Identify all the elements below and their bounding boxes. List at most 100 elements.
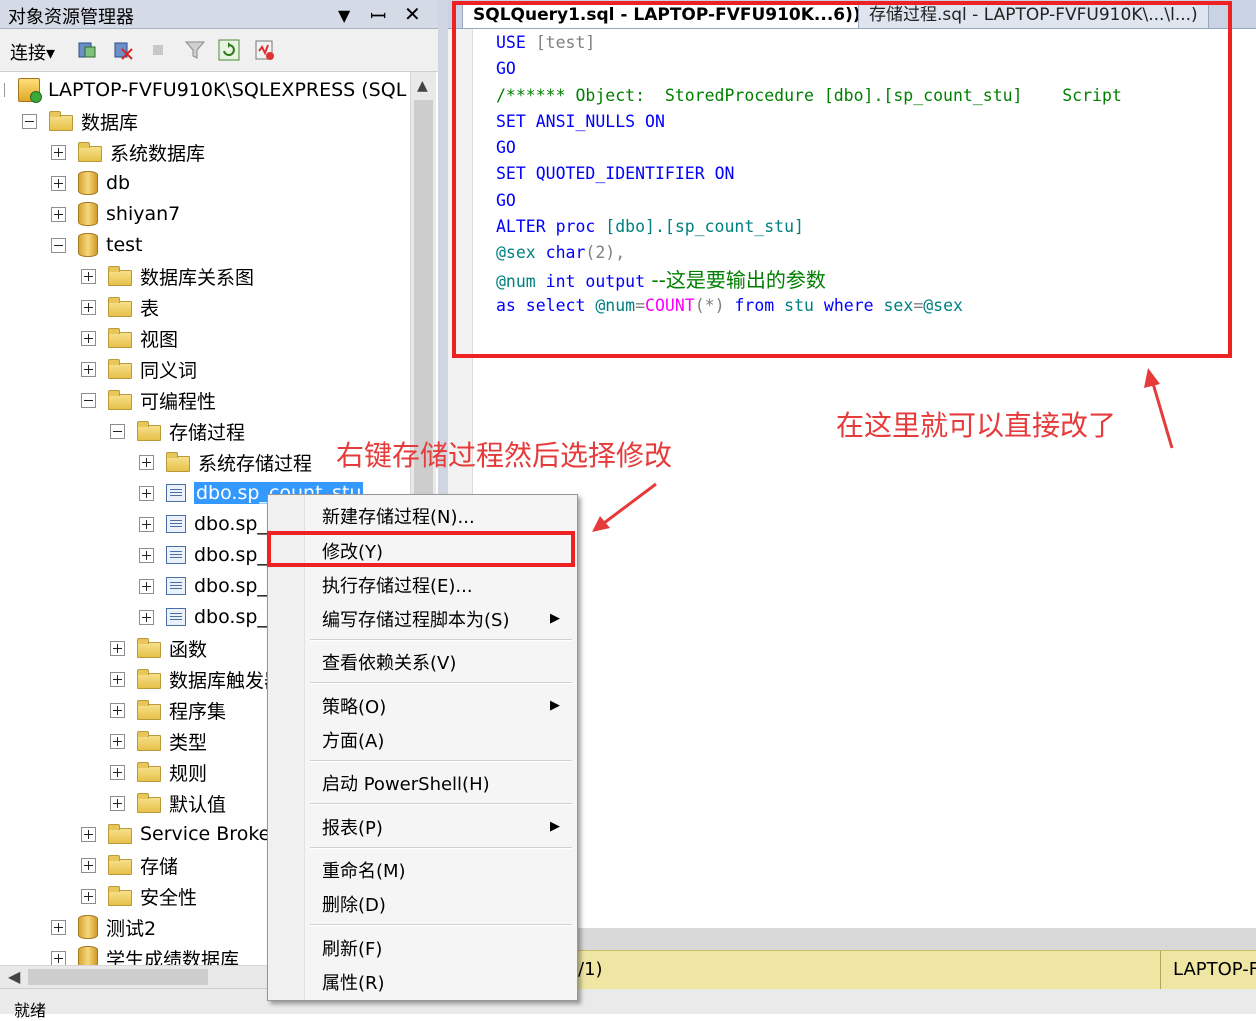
menu-item-facets[interactable]: 方面(A) [322, 727, 384, 753]
tree-node-sp[interactable]: dbo.sp_ [139, 572, 267, 600]
pin-icon[interactable]: ꟷ [370, 2, 386, 29]
tree-node-functions[interactable]: 函数 [110, 634, 207, 662]
expand-icon[interactable] [139, 547, 154, 563]
tree-node-stored-procedures[interactable]: 存储过程 [110, 417, 245, 445]
tree-node-system-stored-procedures[interactable]: 系统存储过程 [139, 448, 312, 476]
menu-item-refresh[interactable]: 刷新(F) [322, 935, 382, 961]
expand-icon[interactable] [139, 609, 154, 625]
tree-node-label: 视图 [140, 328, 179, 351]
menu-item-rename[interactable]: 重命名(M) [322, 857, 406, 883]
expand-icon[interactable] [139, 485, 154, 501]
tree-node-types[interactable]: 类型 [110, 727, 207, 755]
filter-icon[interactable] [184, 39, 206, 61]
menu-item-new-stored-procedure[interactable]: 新建存储过程(N)... [322, 503, 475, 529]
tree-node-label: 安全性 [140, 886, 198, 909]
expand-icon[interactable] [110, 671, 125, 687]
expand-icon[interactable] [139, 516, 154, 532]
expand-icon[interactable] [51, 919, 66, 935]
tree-node-sp[interactable]: dbo.sp_ [139, 510, 267, 538]
menu-item-delete[interactable]: 删除(D) [322, 891, 386, 917]
scroll-up-icon[interactable]: ▲ [417, 78, 428, 94]
tree-node-system-databases[interactable]: 系统数据库 [51, 138, 205, 166]
tree-node-defaults[interactable]: 默认值 [110, 789, 226, 817]
collapse-icon[interactable] [81, 392, 96, 408]
tree-node-service-broker[interactable]: Service Broker [81, 820, 278, 848]
menu-item-policies[interactable]: 策略(O) [322, 693, 386, 719]
folder-icon [49, 111, 73, 131]
tree-node-diagrams[interactable]: 数据库关系图 [81, 262, 254, 290]
menu-item-view-dependencies[interactable]: 查看依赖关系(V) [322, 649, 456, 675]
tree-node-db[interactable]: db [51, 169, 130, 197]
tree-node-sp[interactable]: dbo.sp_ [139, 603, 267, 631]
status-connection-text: /1) [578, 959, 603, 980]
menu-item-powershell[interactable]: 启动 PowerShell(H) [322, 770, 490, 796]
disconnect-icon[interactable] [112, 39, 134, 61]
tree-node-synonyms[interactable]: 同义词 [81, 355, 197, 383]
stored-procedure-icon [166, 577, 186, 595]
tree-node-programmability[interactable]: 可编程性 [81, 386, 216, 414]
collapse-icon[interactable] [51, 237, 66, 253]
refresh-icon[interactable] [218, 39, 240, 61]
expand-icon[interactable] [81, 857, 96, 873]
object-explorer-titlebar: 对象资源管理器 ▼ ꟷ ✕ [0, 0, 438, 29]
expand-icon[interactable] [110, 733, 125, 749]
tree-node-test[interactable]: test [51, 231, 143, 259]
database-icon [78, 202, 98, 226]
activity-monitor-icon[interactable] [254, 39, 276, 61]
menu-separator [310, 803, 572, 805]
expand-icon[interactable] [139, 454, 154, 470]
tree-node-tables[interactable]: 表 [81, 293, 159, 321]
collapse-icon[interactable] [110, 423, 125, 439]
folder-icon [108, 297, 132, 317]
expand-icon[interactable] [110, 702, 125, 718]
expand-icon[interactable] [110, 640, 125, 656]
arrow-to-modify-icon [592, 482, 657, 532]
expand-icon[interactable] [139, 578, 154, 594]
expand-icon[interactable] [51, 144, 66, 160]
stored-procedure-icon [166, 546, 186, 564]
expand-icon[interactable] [81, 299, 96, 315]
expand-icon[interactable] [51, 950, 66, 965]
menu-item-execute[interactable]: 执行存储过程(E)... [322, 572, 473, 598]
tree-node-shiyan7[interactable]: shiyan7 [51, 200, 180, 228]
expand-icon[interactable] [81, 888, 96, 904]
menu-item-properties[interactable]: 属性(R) [322, 969, 385, 995]
tree-node-sp[interactable]: dbo.sp_ [139, 541, 267, 569]
close-icon[interactable]: ✕ [404, 2, 421, 26]
expand-icon[interactable] [51, 175, 66, 191]
menu-separator [310, 639, 572, 641]
connect-server-icon[interactable] [76, 39, 98, 61]
database-icon [78, 946, 98, 965]
connect-button[interactable]: 连接▾ [10, 39, 55, 65]
arrow-to-editor-icon [1144, 368, 1174, 449]
tree-node-views[interactable]: 视图 [81, 324, 178, 352]
folder-icon [166, 452, 190, 472]
tree-node-assemblies[interactable]: 程序集 [110, 696, 226, 724]
tree-node-databases[interactable]: 数据库 [22, 107, 138, 135]
expand-icon[interactable] [81, 361, 96, 377]
tree-node-label: dbo.sp_ [194, 606, 267, 628]
expand-icon[interactable] [110, 764, 125, 780]
tree-node-security[interactable]: 安全性 [81, 882, 197, 910]
tree-node-server[interactable]: LAPTOP-FVFU910K\SQLEXPRESS (SQL Se [4, 76, 410, 104]
tree-node-db-triggers[interactable]: 数据库触发器 [110, 665, 283, 693]
tree-node-storage[interactable]: 存储 [81, 851, 178, 879]
tree-node-label: 测试2 [106, 917, 157, 940]
expand-icon[interactable] [51, 206, 66, 222]
folder-icon [108, 359, 132, 379]
stop-icon[interactable] [148, 39, 170, 61]
tree-node-label: Service Broker [140, 823, 279, 845]
tree-node-test2[interactable]: 测试2 [51, 913, 156, 941]
collapse-icon[interactable] [22, 113, 37, 129]
expand-icon[interactable] [110, 795, 125, 811]
scroll-left-icon[interactable]: ◀ [8, 967, 20, 986]
expand-icon[interactable] [81, 330, 96, 346]
menu-item-reports[interactable]: 报表(P) [322, 814, 383, 840]
expand-icon[interactable] [81, 826, 96, 842]
scrollbar-thumb[interactable] [28, 969, 208, 985]
tree-node-student-db[interactable]: 学生成绩数据库 [51, 944, 239, 965]
expand-icon[interactable] [81, 268, 96, 284]
menu-item-script-as[interactable]: 编写存储过程脚本为(S) [322, 606, 509, 632]
window-position-icon[interactable]: ▼ [338, 6, 350, 25]
tree-node-rules[interactable]: 规则 [110, 758, 207, 786]
